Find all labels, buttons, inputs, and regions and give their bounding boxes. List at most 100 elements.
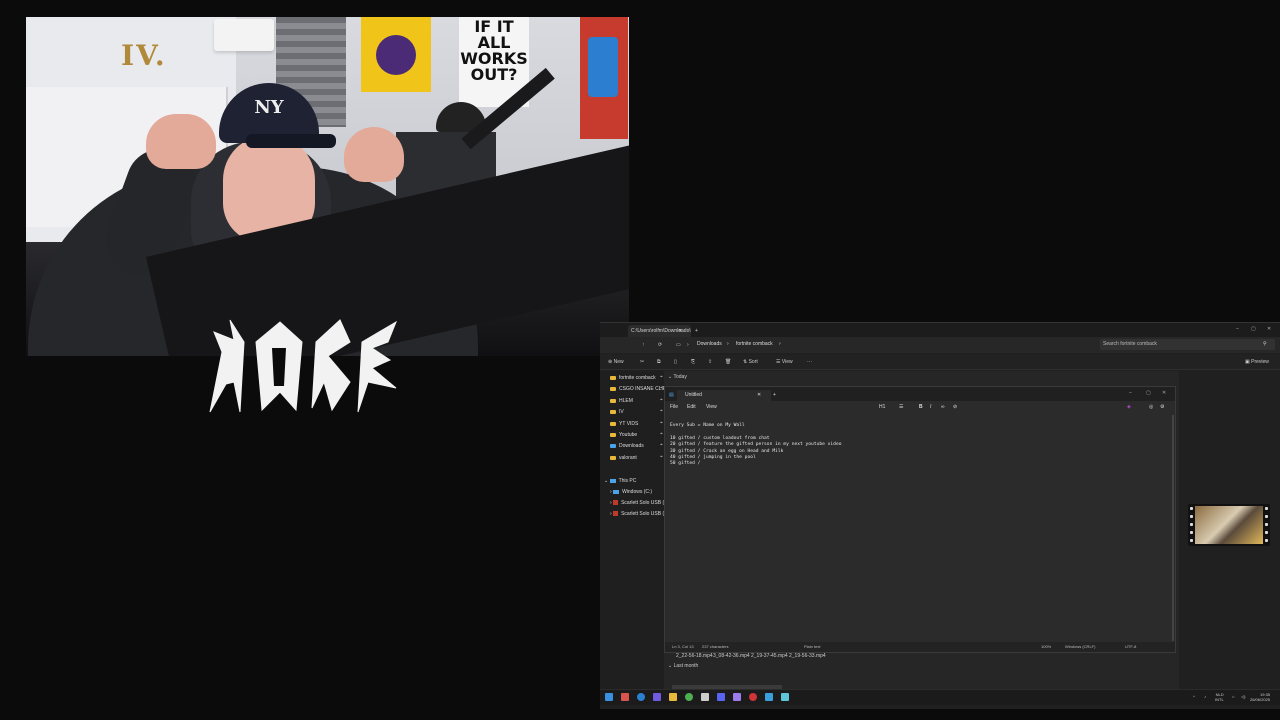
delete-icon[interactable]: 🗑 xyxy=(725,357,731,367)
new-tab-icon[interactable]: + xyxy=(773,391,776,399)
new-tab-icon[interactable]: + xyxy=(695,325,698,337)
menu-file[interactable]: File xyxy=(670,403,678,411)
language-indicator[interactable]: NLD INTL xyxy=(1215,692,1224,702)
sort-button[interactable]: ⇅ Sort xyxy=(743,357,758,367)
sidebar-item-downloads[interactable]: Downloads xyxy=(610,441,644,451)
app-icon[interactable] xyxy=(701,693,709,701)
app-icon[interactable] xyxy=(653,693,661,701)
sidebar-item-label: This PC xyxy=(618,478,637,484)
close-icon[interactable]: ✕ xyxy=(1162,389,1166,397)
editor-text-area[interactable]: Every Sub = Name on My Wall 10 gifted / … xyxy=(670,423,1170,468)
folder-icon xyxy=(610,432,616,437)
film-hole xyxy=(1190,507,1193,510)
pin-icon: ⌖ xyxy=(660,431,663,437)
scrollbar[interactable] xyxy=(1172,415,1174,641)
film-hole xyxy=(1265,531,1268,534)
maximize-icon[interactable]: ▢ xyxy=(1146,389,1151,397)
line-ending[interactable]: Windows (CRLF) xyxy=(1065,644,1095,650)
chevron-up-icon[interactable]: ^ xyxy=(1193,694,1195,699)
new-button[interactable]: ⊕ New xyxy=(608,357,624,367)
tab-close-icon[interactable]: ✕ xyxy=(678,325,682,337)
notepad-icon[interactable] xyxy=(781,693,789,701)
clock-date: 26/06/2025 xyxy=(1250,697,1271,702)
file-item[interactable]: 2_22-56-18.mp4 xyxy=(676,652,713,660)
sidebar-item-drive-e[interactable]: › Scarlett Solo USB (E:) xyxy=(610,498,671,508)
speaker-icon[interactable]: ♪ xyxy=(1204,694,1206,699)
start-icon[interactable] xyxy=(605,693,613,701)
copy-icon[interactable]: ⧉ xyxy=(657,357,661,367)
wall-sign: IV. xyxy=(121,39,167,72)
chrome-icon[interactable] xyxy=(685,693,693,701)
refresh-icon[interactable]: ⟳ xyxy=(658,339,662,351)
minimize-icon[interactable]: – xyxy=(1236,325,1239,333)
more-button[interactable]: ··· xyxy=(807,357,812,367)
folder-icon xyxy=(610,375,616,380)
sidebar-item-drive-e-2[interactable]: › Scarlett Solo USB (E:) xyxy=(610,509,671,519)
usb-drive-icon xyxy=(613,500,619,506)
menu-view[interactable]: View xyxy=(706,403,717,411)
group-header-today[interactable]: ⌄ Today xyxy=(668,373,687,381)
account-icon[interactable]: ◎ xyxy=(1149,403,1153,411)
preview-button[interactable]: ▣ Preview xyxy=(1245,357,1269,367)
file-explorer-icon[interactable] xyxy=(669,693,677,701)
app-icon[interactable] xyxy=(765,693,773,701)
monitor-icon[interactable]: ▭ xyxy=(676,339,681,351)
edge-icon[interactable] xyxy=(637,693,645,701)
list-icon[interactable]: ☰ xyxy=(899,403,903,411)
file-item[interactable]: 3_08-42-36.mp4 xyxy=(713,652,750,660)
breadcrumb-downloads[interactable]: Downloads xyxy=(697,338,722,351)
search-icon[interactable]: ⚲ xyxy=(1263,339,1267,350)
sidebar-item-drive-c[interactable]: › Windows (C:) xyxy=(610,487,652,497)
settings-icon[interactable]: ⚙ xyxy=(1160,403,1164,411)
sidebar-item-youtube[interactable]: Youtube xyxy=(610,430,637,440)
tab-close-icon[interactable]: ✕ xyxy=(757,391,761,399)
paste-icon[interactable]: ▯ xyxy=(674,357,677,367)
bold-icon[interactable]: B xyxy=(919,403,923,411)
sidebar-item-iv[interactable]: IV xyxy=(610,407,624,417)
app-icon[interactable] xyxy=(733,693,741,701)
view-label: View xyxy=(781,359,793,365)
sidebar-item-valorant[interactable]: valorant xyxy=(610,453,637,463)
clear-format-icon[interactable]: ⊘ xyxy=(953,403,957,411)
up-arrow-icon[interactable]: ↑ xyxy=(642,339,645,351)
sidebar-item-fortnite[interactable]: fortnite comback xyxy=(610,373,656,383)
art-poster xyxy=(580,17,628,139)
group-label: Last month xyxy=(673,663,699,669)
cut-icon[interactable]: ✂ xyxy=(640,357,644,367)
menu-edit[interactable]: Edit xyxy=(687,403,696,411)
network-icon[interactable]: ⌂ xyxy=(1232,694,1234,699)
format-indicator[interactable]: Plain text xyxy=(804,644,820,650)
minimize-icon[interactable]: – xyxy=(1129,389,1132,397)
cap-brim xyxy=(246,134,336,148)
italic-icon[interactable]: I xyxy=(930,403,931,411)
sidebar-item-yt-vids[interactable]: YT VIDS xyxy=(610,419,638,429)
heading-dropdown[interactable]: H1 xyxy=(879,403,885,411)
search-input[interactable]: Search fortnite comback xyxy=(1100,339,1275,350)
person-hand-left xyxy=(146,114,216,169)
file-item[interactable]: 2_19-37-45.mp4 xyxy=(751,652,788,660)
notepad-icon: ▤ xyxy=(669,392,674,398)
sidebar-item-this-pc[interactable]: ⌄ This PC xyxy=(604,476,636,486)
film-hole xyxy=(1190,523,1193,526)
download-icon xyxy=(610,443,616,448)
character-count: 237 characters xyxy=(702,644,729,649)
discord-icon[interactable] xyxy=(717,693,725,701)
maximize-icon[interactable]: ▢ xyxy=(1251,325,1256,333)
close-icon[interactable]: ✕ xyxy=(1267,325,1271,333)
zoom-level[interactable]: 100% xyxy=(1041,644,1051,650)
sidebar-item-label: Windows (C:) xyxy=(622,489,653,495)
breadcrumb-current[interactable]: fortnite comback xyxy=(736,338,773,351)
share-icon[interactable]: ⇪ xyxy=(708,357,712,367)
app-icon[interactable] xyxy=(749,693,757,701)
view-button[interactable]: ☰ View xyxy=(776,357,793,367)
app-icon[interactable] xyxy=(621,693,629,701)
sidebar-item-hlem[interactable]: HLEM xyxy=(610,396,633,406)
encoding[interactable]: UTF-8 xyxy=(1125,644,1136,650)
file-item[interactable]: 2_19-56-33.mp4 xyxy=(789,652,826,660)
rename-icon[interactable]: ⎘ xyxy=(691,357,695,367)
copilot-icon[interactable]: ◈ xyxy=(1127,403,1131,411)
volume-icon[interactable]: ◁) xyxy=(1241,694,1245,699)
link-icon[interactable]: ∞ xyxy=(941,403,945,411)
clock[interactable]: 19:35 26/06/2025 xyxy=(1250,692,1270,702)
group-header-last-month[interactable]: ⌄ Last month xyxy=(668,662,698,670)
